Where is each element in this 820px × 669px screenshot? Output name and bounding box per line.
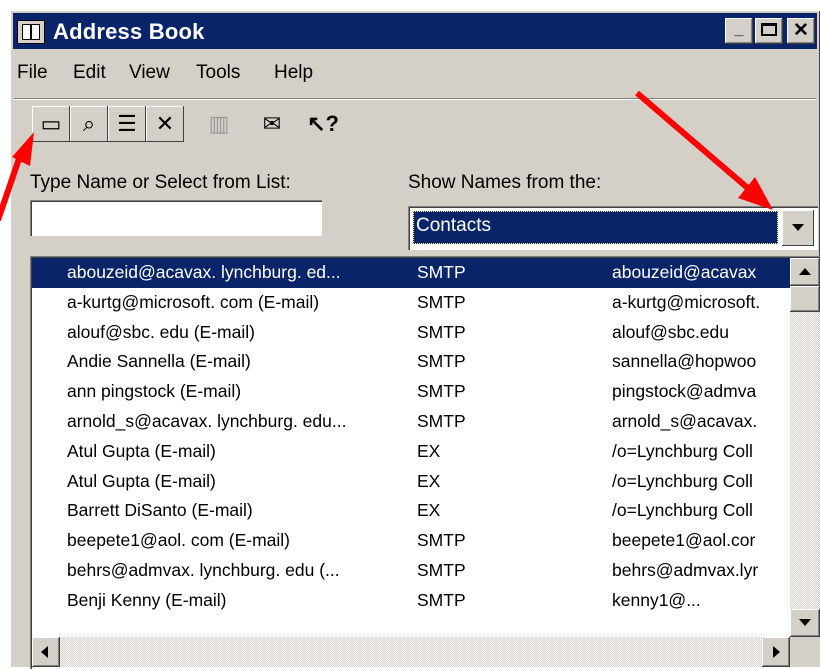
list-row[interactable]: Barrett DiSanto (E-mail) EX/o=Lynchburg C…	[32, 496, 790, 526]
row-type: SMTP	[417, 351, 466, 372]
list-row[interactable]: ann pingstock (E-mail) SMTP pingstock@admv…	[32, 377, 790, 407]
new-message-icon: ✉	[262, 111, 282, 136]
row-address: /o=Lynchburg Coll	[612, 440, 753, 461]
row-type: SMTP	[417, 410, 466, 431]
toolbar-separator	[14, 98, 816, 100]
row-address: alouf@sbc.edu	[612, 321, 730, 342]
scrollbar-corner	[790, 637, 820, 667]
row-address: kenny1@...	[612, 589, 701, 610]
row-name: abouzeid@acavax. lynchburg. ed...	[67, 262, 341, 282]
list-row[interactable]: a-kurtg@microsoft. com (E-mail) SMTP a-kur…	[32, 288, 790, 318]
show-names-selected-value[interactable]: Contacts	[413, 211, 778, 244]
row-name: ann pingstock (E-mail)	[67, 381, 242, 402]
row-address: sannella@hopwoo	[612, 351, 757, 372]
row-type: SMTP	[417, 291, 466, 312]
row-address: abouzeid@acavax	[612, 262, 757, 282]
row-address: beepete1@aol.cor	[612, 530, 756, 551]
row-type: SMTP	[417, 559, 466, 580]
row-type: SMTP	[417, 381, 466, 402]
row-type: EX	[417, 470, 441, 491]
menu-bar: File Edit View Tools Help	[10, 62, 820, 92]
row-name: Barrett DiSanto (E-mail)	[67, 500, 253, 521]
scroll-up-button[interactable]	[790, 258, 820, 286]
row-type: SMTP	[417, 530, 466, 551]
row-address: /o=Lynchburg Coll	[612, 500, 753, 521]
menu-tools[interactable]: Tools	[196, 62, 240, 84]
new-entry-icon: ▭	[40, 111, 62, 136]
list-row[interactable]: arnold_s@acavax. lynchburg. edu... SMTP ar…	[32, 407, 790, 437]
new-message-button[interactable]: ✉	[253, 106, 291, 142]
row-address: pingstock@admva	[612, 381, 757, 402]
properties-icon: ☰	[117, 111, 137, 136]
row-type: SMTP	[417, 589, 466, 610]
address-book-icon	[17, 20, 45, 44]
menu-help[interactable]: Help	[274, 62, 313, 84]
list-row[interactable]: abouzeid@acavax. lynchburg. ed... SMTP abo…	[32, 258, 790, 288]
list-row[interactable]: beepete1@aol. com (E-mail) SMTP beepete1@a…	[32, 526, 790, 556]
row-type: EX	[417, 440, 441, 461]
menu-edit[interactable]: Edit	[73, 62, 106, 84]
scroll-right-button[interactable]	[762, 637, 790, 667]
list-row[interactable]: behrs@admvax. lynchburg. edu (... SMTP beh…	[32, 556, 790, 586]
close-button[interactable]: ✕	[787, 18, 815, 44]
minimize-button[interactable]: _	[725, 18, 753, 44]
row-name: Benji Kenny (E-mail)	[67, 589, 227, 610]
show-names-dropdown[interactable]: Contacts	[408, 206, 818, 250]
list-row[interactable]: alouf@sbc. edu (E-mail) SMTP alouf@sbc.edu	[32, 318, 790, 348]
menu-file[interactable]: File	[17, 62, 48, 84]
maximize-button[interactable]	[755, 18, 783, 44]
new-entry-button[interactable]: ▭	[32, 106, 70, 142]
list-row[interactable]: Andie Sannella (E-mail) SMTP sannella@hopw…	[32, 347, 790, 377]
scroll-down-button[interactable]	[790, 609, 820, 637]
show-names-label: Show Names from the:	[408, 172, 602, 193]
row-address: a-kurtg@microsoft.	[612, 291, 761, 312]
row-name: arnold_s@acavax. lynchburg. edu...	[67, 410, 347, 431]
row-name: behrs@admvax. lynchburg. edu (...	[67, 559, 340, 580]
row-name: alouf@sbc. edu (E-mail)	[67, 321, 255, 342]
delete-button[interactable]: ✕	[146, 106, 184, 142]
row-name: Atul Gupta (E-mail)	[67, 470, 216, 491]
find-people-button[interactable]: ⌕	[70, 106, 108, 142]
row-name: Atul Gupta (E-mail)	[67, 440, 216, 461]
row-name: a-kurtg@microsoft. com (E-mail)	[67, 291, 320, 312]
personal-address-book-icon: ▥	[208, 111, 230, 136]
list-row[interactable]: Atul Gupta (E-mail) EX/o=Lynchburg Coll	[32, 467, 790, 497]
vertical-scroll-thumb[interactable]	[790, 286, 820, 312]
vertical-scrollbar[interactable]	[790, 258, 820, 637]
help-button[interactable]: ↖?	[304, 106, 342, 142]
row-type: SMTP	[417, 262, 466, 282]
list-row[interactable]: Atul Gupta (E-mail) EX/o=Lynchburg Coll	[32, 437, 790, 467]
type-name-label: Type Name or Select from List:	[30, 172, 291, 193]
help-icon: ↖?	[307, 111, 339, 136]
dropdown-arrow-button[interactable]	[782, 210, 814, 246]
maximize-icon	[761, 23, 777, 36]
address-list[interactable]: abouzeid@acavax. lynchburg. ed... SMTP abo…	[30, 256, 820, 669]
scroll-left-button[interactable]	[32, 637, 60, 667]
row-type: EX	[417, 500, 441, 521]
row-name: beepete1@aol. com (E-mail)	[67, 530, 290, 551]
horizontal-scrollbar[interactable]	[32, 637, 790, 667]
row-address: /o=Lynchburg Coll	[612, 470, 753, 491]
minimize-icon: _	[734, 21, 744, 38]
address-list-rows: abouzeid@acavax. lynchburg. ed... SMTP abo…	[32, 258, 790, 637]
list-row[interactable]: Benji Kenny (E-mail) SMTP kenny1@...	[32, 586, 790, 616]
window-title: Address Book	[53, 19, 205, 44]
delete-icon: ✕	[155, 111, 175, 136]
menu-view[interactable]: View	[129, 62, 170, 84]
close-icon: ✕	[793, 20, 809, 41]
row-name: Andie Sannella (E-mail)	[67, 351, 251, 372]
row-address: behrs@admvax.lyr	[612, 559, 759, 580]
find-icon: ⌕	[82, 111, 96, 136]
row-address: arnold_s@acavax.	[612, 410, 758, 431]
title-bar[interactable]: Address Book _ ✕	[13, 13, 817, 49]
type-name-input[interactable]	[30, 200, 322, 236]
add-to-personal-address-book-button[interactable]: ▥	[200, 106, 238, 142]
row-type: SMTP	[417, 321, 466, 342]
properties-button[interactable]: ☰	[108, 106, 146, 142]
address-book-window: Address Book _ ✕ File Edit View Tools He…	[10, 10, 820, 669]
